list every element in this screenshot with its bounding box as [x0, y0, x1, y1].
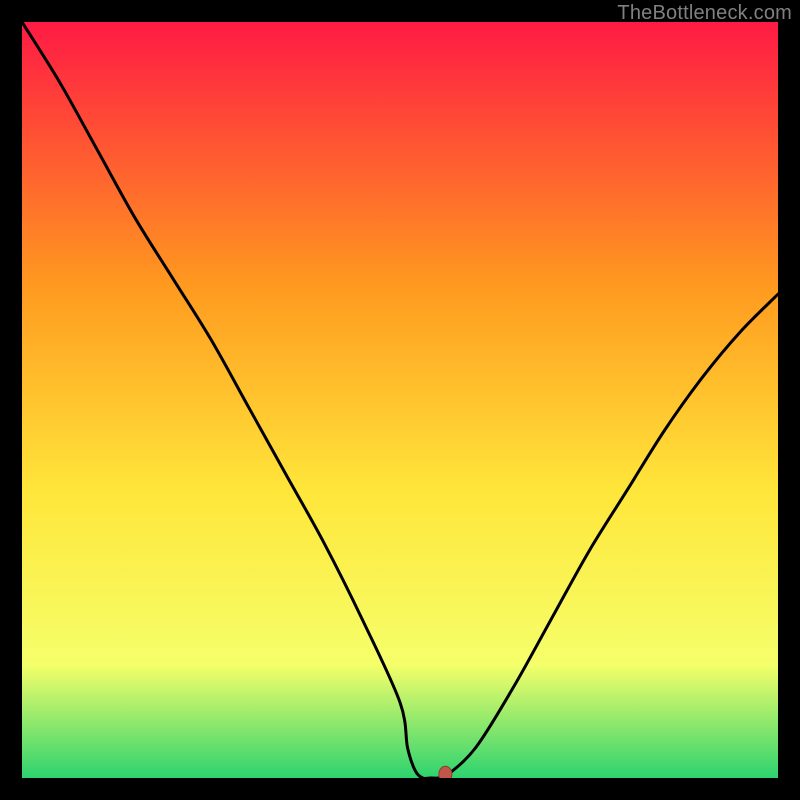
chart-svg [22, 22, 778, 778]
chart-frame: TheBottleneck.com [0, 0, 800, 800]
plot-area [22, 22, 778, 778]
watermark-text: TheBottleneck.com [617, 2, 792, 25]
optimal-point-marker [439, 766, 452, 778]
gradient-background [22, 22, 778, 778]
